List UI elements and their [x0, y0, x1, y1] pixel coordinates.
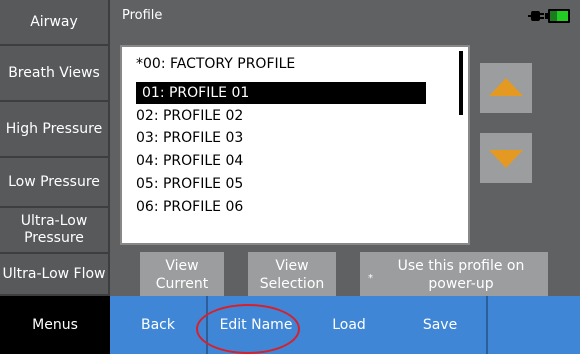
- view-current-button[interactable]: View Current: [140, 252, 224, 298]
- sidebar-item-label: Low Pressure: [8, 173, 100, 190]
- sidebar-item-high-pressure[interactable]: High Pressure: [0, 102, 110, 158]
- status-icons: [528, 9, 570, 23]
- sidebar-item-airway[interactable]: Airway: [0, 0, 110, 46]
- sidebar-item-ultra-low-pressure[interactable]: Ultra-Low Pressure: [0, 208, 110, 254]
- profile-item[interactable]: 04: PROFILE 04: [136, 150, 243, 172]
- scroll-down-button[interactable]: [480, 133, 532, 183]
- scroll-up-button[interactable]: [480, 63, 532, 113]
- view-selection-label: View Selection: [259, 258, 325, 292]
- profile-item-selected[interactable]: 01: PROFILE 01: [136, 82, 426, 104]
- sidebar-item-label: Airway: [30, 13, 78, 30]
- back-label: Back: [141, 317, 175, 333]
- profile-item[interactable]: 03: PROFILE 03: [136, 127, 243, 149]
- sidebar-item-ultra-low-flow[interactable]: Ultra-Low Flow: [0, 254, 110, 296]
- profile-item[interactable]: 02: PROFILE 02: [136, 105, 243, 127]
- menus-button[interactable]: Menus: [0, 296, 110, 354]
- sidebar-item-label: High Pressure: [5, 120, 103, 137]
- arrow-up-icon: [489, 78, 523, 96]
- view-current-label: View Current: [155, 258, 209, 292]
- title-bar: Profile: [112, 0, 580, 34]
- list-scrollbar[interactable]: [459, 51, 463, 115]
- use-on-powerup-label: Use this profile on power-up: [397, 258, 525, 292]
- use-on-powerup-button[interactable]: * Use this profile on power-up: [360, 252, 548, 298]
- sidebar-item-label: Ultra-Low Pressure: [20, 213, 88, 246]
- save-label: Save: [422, 317, 458, 333]
- menus-label: Menus: [32, 317, 78, 333]
- sidebar-item-label: Breath Views: [8, 64, 100, 81]
- sidebar: Airway Breath Views High Pressure Low Pr…: [0, 0, 110, 296]
- profile-list: *00: FACTORY PROFILE 01: PROFILE 01 02: …: [120, 45, 470, 245]
- profile-item[interactable]: 06: PROFILE 06: [136, 196, 243, 218]
- back-button[interactable]: Back: [110, 296, 206, 354]
- highlight-circle: [196, 304, 300, 354]
- arrow-down-icon: [489, 150, 523, 168]
- sidebar-item-label: Ultra-Low Flow: [2, 265, 106, 282]
- profile-item[interactable]: *00: FACTORY PROFILE: [136, 53, 295, 75]
- load-label: Load: [332, 317, 366, 333]
- load-button[interactable]: Load: [304, 296, 394, 354]
- sidebar-item-breath-views[interactable]: Breath Views: [0, 46, 110, 102]
- save-button[interactable]: Save: [394, 296, 486, 354]
- profile-item[interactable]: 05: PROFILE 05: [136, 173, 243, 195]
- device-screen: Airway Breath Views High Pressure Low Pr…: [0, 0, 580, 354]
- default-profile-mark: *: [368, 273, 373, 284]
- battery-level-fill: [557, 11, 568, 21]
- ac-plug-icon: [528, 11, 544, 21]
- battery-icon: [545, 9, 570, 23]
- sidebar-item-low-pressure[interactable]: Low Pressure: [0, 158, 110, 208]
- page-title: Profile: [122, 8, 163, 23]
- view-selection-button[interactable]: View Selection: [248, 252, 336, 298]
- softkey-divider: [486, 296, 488, 354]
